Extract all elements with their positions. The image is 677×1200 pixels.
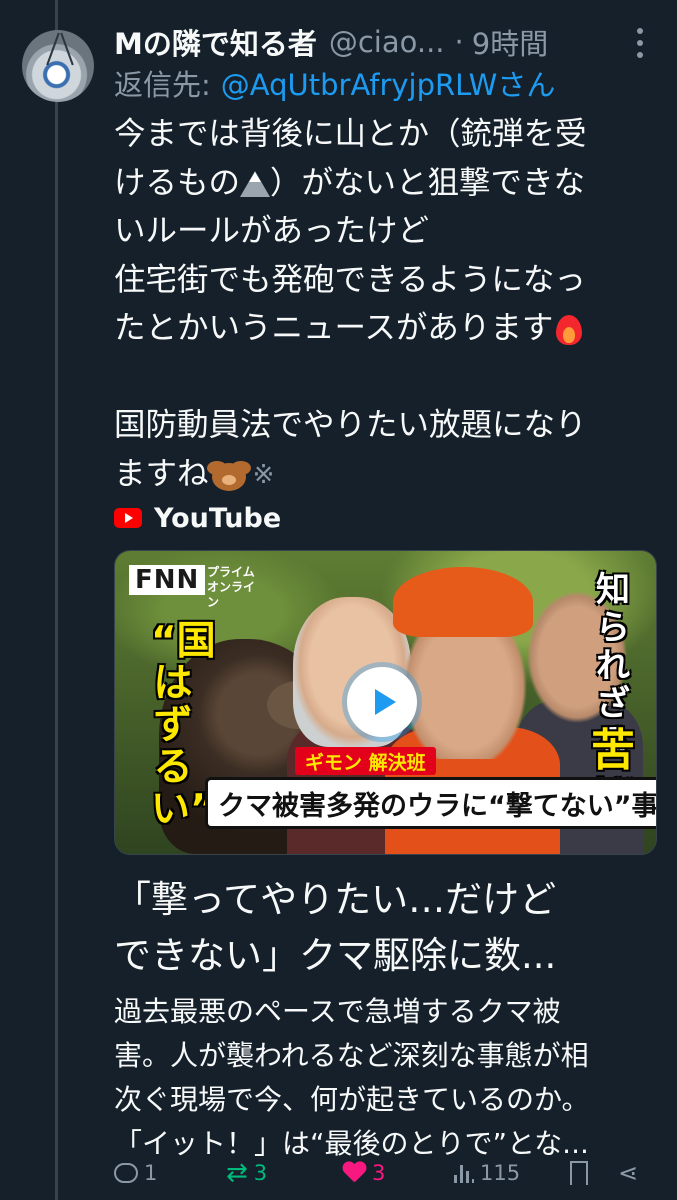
anger-emoji-icon: ※ <box>252 459 275 490</box>
link-source-label: YouTube <box>154 502 282 534</box>
card-description-line: 害。人が襲われるなど深刻な事態が相 <box>114 1039 589 1072</box>
avatar[interactable] <box>22 30 94 102</box>
bear-emoji-icon <box>209 457 249 493</box>
tweet-text-segment: ますね <box>114 455 209 492</box>
bookmark-button[interactable] <box>570 1158 588 1188</box>
thumbnail-caption-left: “国はずるい” <box>151 619 216 832</box>
user-handle[interactable]: @ciao... <box>329 25 445 59</box>
video-thumbnail[interactable]: FNN プライム オンライン “国はずるい” 知られざる 苦悩 ギモン 解決班 … <box>114 550 657 855</box>
heart-icon <box>342 1162 366 1184</box>
fnn-logo-subtitle: プライム オンライン <box>207 565 256 609</box>
avatar-decoration <box>46 32 60 66</box>
thread-connector-line <box>55 0 58 1200</box>
tweet-text-line: いルールがあったけど <box>114 213 430 249</box>
link-card-description[interactable]: 過去最悪のペースで急増するクマ被 害。人が襲われるなど深刻な事態が相 次ぐ現場で… <box>114 990 662 1166</box>
card-description-line: 過去最悪のペースで急増するクマ被 <box>114 995 561 1028</box>
reply-button[interactable]: 1 <box>114 1158 157 1188</box>
like-count: 3 <box>372 1161 386 1185</box>
reply-icon <box>114 1163 138 1183</box>
reply-prefix: 返信先: <box>114 68 211 102</box>
avatar-decoration <box>60 32 74 66</box>
tweet-header: Mの隣で知る者 @ciao... · 9時間 <box>114 22 659 62</box>
reply-mention-link[interactable]: @AqUtbrAfryjpRLWさん <box>221 68 556 102</box>
card-title-line: できない」クマ駆除に数... <box>114 934 557 977</box>
views-count: 115 <box>480 1161 521 1185</box>
fnn-logo: FNN <box>129 565 206 595</box>
tweet-text-segment: たとかいうニュースがあります <box>114 310 554 346</box>
card-title-line: 「撃ってやりたい…だけど <box>114 878 557 921</box>
tweet-text-line: ますね ※ <box>114 450 659 499</box>
views-icon <box>454 1163 474 1183</box>
repost-button[interactable]: ⇄ 3 <box>226 1158 267 1188</box>
tweet-text-segment: ）がないと狙撃できな <box>270 164 586 201</box>
reply-context: 返信先: @AqUtbrAfryjpRLWさん <box>114 62 555 104</box>
reply-count: 1 <box>144 1161 158 1185</box>
tweet-text-line: 住宅街でも発砲できるようになっ <box>114 261 586 298</box>
tweet-text-segment: けるもの <box>114 164 241 201</box>
share-icon: ⋖ <box>618 1159 639 1187</box>
action-bar: 1 ⇄ 3 3 115 ⋖ <box>114 1158 644 1188</box>
separator-dot: · <box>454 25 464 59</box>
views-button[interactable]: 115 <box>454 1158 520 1188</box>
cap-image <box>393 567 533 637</box>
tweet-text-line: けるもの ）がないと狙撃できな <box>114 159 659 208</box>
thumbnail-banner: ギモン 解決班 <box>295 747 436 775</box>
tweet-text-line: 今までは背後に山とか（銃弾を受 <box>114 116 587 152</box>
tweet-text-line: 国防動員法でやりたい放題になり <box>114 407 587 443</box>
timestamp[interactable]: 9時間 <box>472 21 548 63</box>
tweet-text: 今までは背後に山とか（銃弾を受 けるもの ）がないと狙撃できな いルールがあったけ… <box>114 110 659 498</box>
tweet-text-spacer <box>114 353 659 402</box>
fire-emoji-icon <box>553 311 585 347</box>
play-button-icon[interactable] <box>347 667 417 737</box>
more-options-icon[interactable] <box>637 28 645 58</box>
youtube-icon <box>114 508 142 528</box>
mountain-emoji-icon <box>240 169 271 199</box>
card-description-line: 次ぐ現場で今、何が起きているのか。 <box>114 1083 590 1116</box>
thumbnail-headline: クマ被害多発のウラに“撃てない”事情 <box>205 777 656 829</box>
display-name[interactable]: Mの隣で知る者 <box>114 21 317 63</box>
link-source[interactable]: YouTube <box>114 498 281 538</box>
tweet-text-line: たとかいうニュースがあります <box>114 304 659 353</box>
bookmark-icon <box>570 1161 588 1186</box>
share-button[interactable]: ⋖ <box>618 1158 638 1188</box>
link-card-title[interactable]: 「撃ってやりたい…だけど できない」クマ駆除に数... <box>114 872 662 984</box>
like-button[interactable]: 3 <box>342 1158 385 1188</box>
repost-icon: ⇄ <box>226 1158 248 1188</box>
repost-count: 3 <box>253 1161 268 1185</box>
